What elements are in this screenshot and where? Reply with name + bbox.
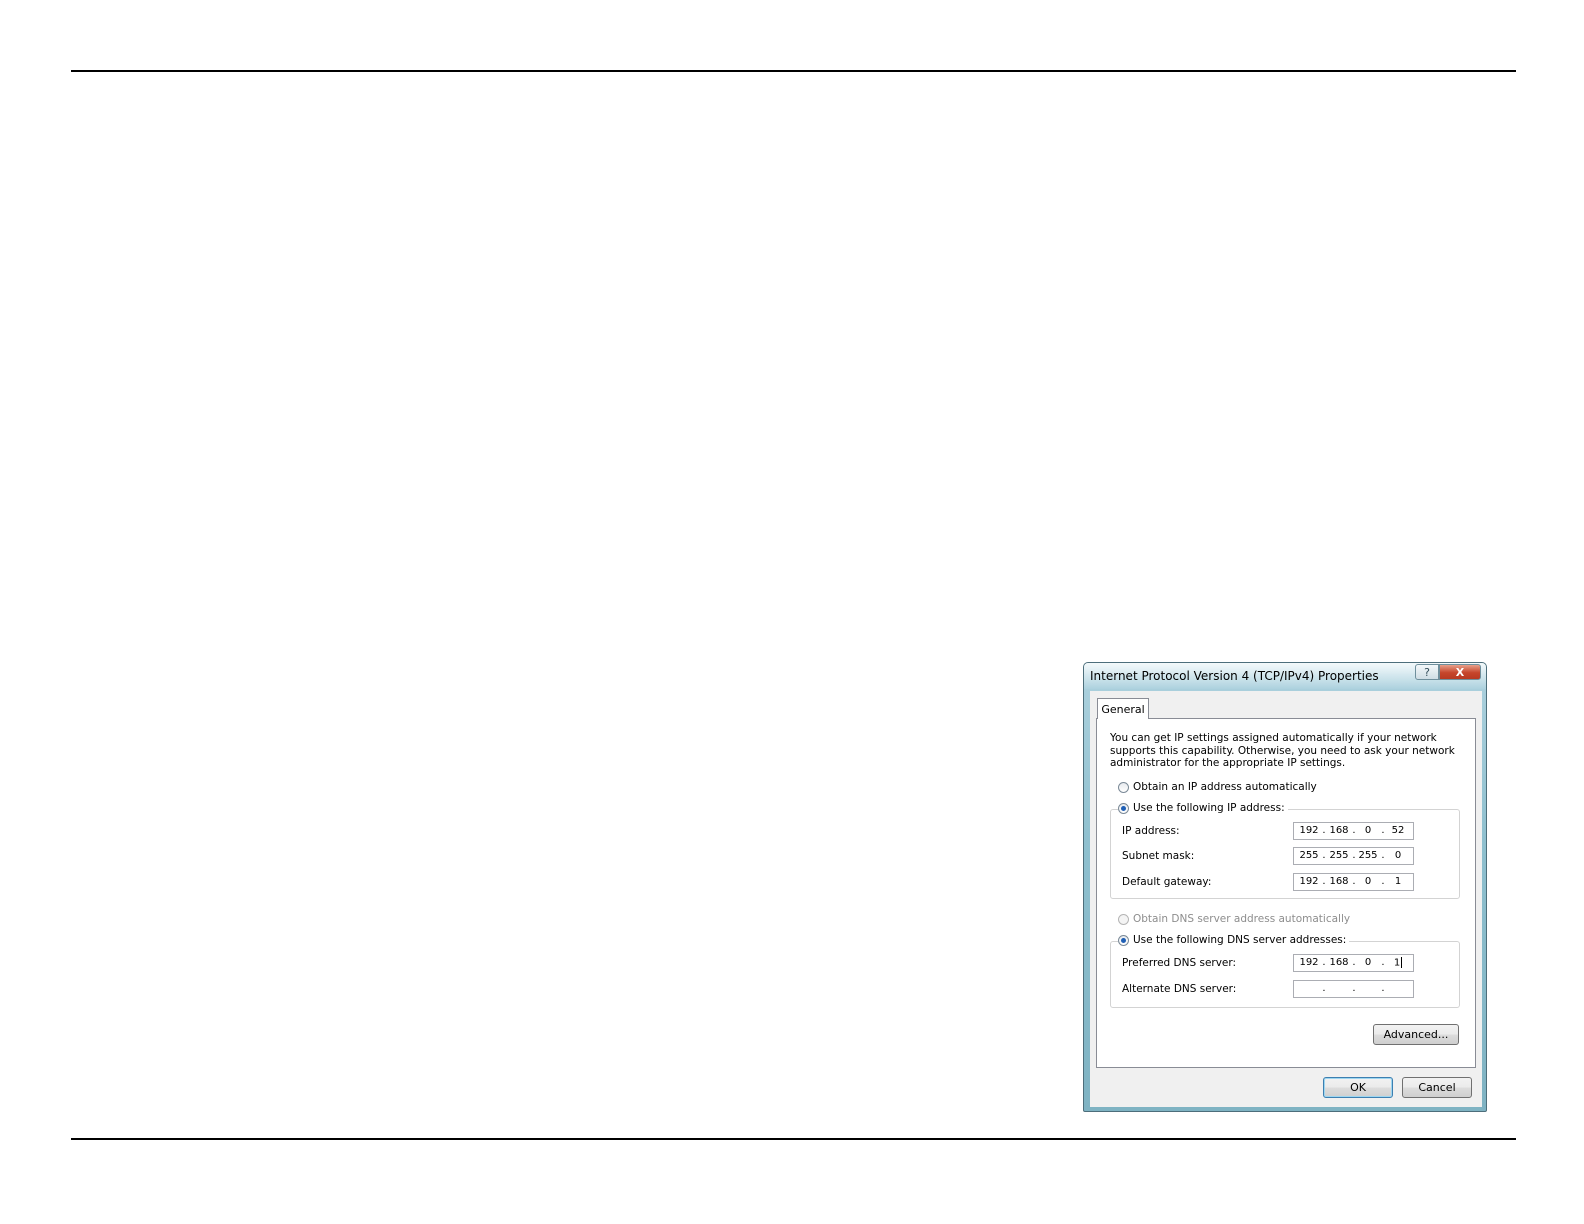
ip-auto-label: Obtain an IP address automatically [1133,781,1317,793]
ip-address-input[interactable]: 192 . 168 . 0 . 52 [1293,822,1414,840]
ip-address-octet-3: 0 [1364,825,1372,836]
default-gateway-dot: . [1322,876,1326,887]
dns-manual-radio[interactable] [1118,934,1129,946]
ip-address-octet-1: 192 [1299,825,1319,836]
preferred-dns-dot: . [1381,957,1385,968]
dns-auto-option: Obtain DNS server address automatically [1118,913,1354,925]
ip-auto-option[interactable]: Obtain an IP address automatically [1118,781,1320,793]
dns-manual-label: Use the following DNS server addresses: [1133,934,1347,946]
alternate-dns-dot: . [1322,983,1326,994]
close-icon: X [1455,665,1465,679]
default-gateway-octet-1: 192 [1299,876,1319,887]
subnet-mask-octet-3: 255 [1358,850,1378,861]
cancel-button[interactable]: Cancel [1402,1077,1472,1098]
dns-manual-option[interactable]: Use the following DNS server addresses: [1118,934,1350,946]
tab-general[interactable]: General [1097,698,1149,719]
alternate-dns-input[interactable]: . . . [1293,980,1414,998]
help-icon: ? [1424,665,1430,679]
default-gateway-dot: . [1381,876,1385,887]
close-button[interactable]: X [1439,664,1481,680]
title-bar[interactable]: Internet Protocol Version 4 (TCP/IPv4) P… [1084,663,1486,689]
preferred-dns-label: Preferred DNS server: [1122,957,1237,969]
text-caret [1401,957,1403,968]
subnet-mask-octet-2: 255 [1329,850,1349,861]
bottom-rule [71,1138,1516,1140]
subnet-mask-octet-4: 0 [1394,850,1402,861]
default-gateway-octet-3: 0 [1364,876,1372,887]
ok-button[interactable]: OK [1323,1077,1393,1098]
ip-auto-radio[interactable] [1118,781,1129,793]
default-gateway-octet-4: 1 [1394,876,1402,887]
preferred-dns-octet-4-wrap: 1 [1387,957,1409,969]
help-button[interactable]: ? [1415,664,1439,680]
description-text: You can get IP settings assigned automat… [1110,732,1455,769]
preferred-dns-octet-2: 168 [1329,957,1349,968]
ip-address-octet-4: 52 [1391,825,1405,836]
preferred-dns-octet-1: 192 [1299,957,1319,968]
preferred-dns-dot: . [1322,957,1326,968]
subnet-mask-dot: . [1322,850,1326,861]
dialog-client-area: General You can get IP settings assigned… [1090,691,1482,1107]
dns-auto-label: Obtain DNS server address automatically [1133,913,1351,925]
alternate-dns-dot: . [1352,983,1356,994]
subnet-mask-label: Subnet mask: [1122,850,1195,862]
preferred-dns-octet-4: 1 [1393,957,1401,969]
ip-manual-radio[interactable] [1118,802,1129,814]
advanced-button[interactable]: Advanced... [1373,1024,1459,1045]
tcpip-properties-dialog: Internet Protocol Version 4 (TCP/IPv4) P… [1083,662,1487,1112]
default-gateway-label: Default gateway: [1122,876,1212,888]
ip-address-label: IP address: [1122,825,1180,837]
ip-address-dot: . [1322,825,1326,836]
dialog-title: Internet Protocol Version 4 (TCP/IPv4) P… [1090,669,1379,683]
subnet-mask-octet-1: 255 [1299,850,1319,861]
ip-manual-label: Use the following IP address: [1133,802,1285,814]
top-rule [71,70,1516,72]
preferred-dns-octet-3: 0 [1364,957,1372,968]
default-gateway-input[interactable]: 192 . 168 . 0 . 1 [1293,873,1414,891]
alternate-dns-dot: . [1381,983,1385,994]
general-tab-panel: You can get IP settings assigned automat… [1096,718,1476,1068]
alternate-dns-label: Alternate DNS server: [1122,983,1237,995]
subnet-mask-input[interactable]: 255 . 255 . 255 . 0 [1293,847,1414,865]
subnet-mask-dot: . [1381,850,1385,861]
ip-address-octet-2: 168 [1329,825,1349,836]
default-gateway-octet-2: 168 [1329,876,1349,887]
ip-manual-option[interactable]: Use the following IP address: [1118,802,1288,814]
dns-auto-radio [1118,913,1129,925]
ip-address-dot: . [1381,825,1385,836]
preferred-dns-input[interactable]: 192 . 168 . 0 . 1 [1293,954,1414,972]
